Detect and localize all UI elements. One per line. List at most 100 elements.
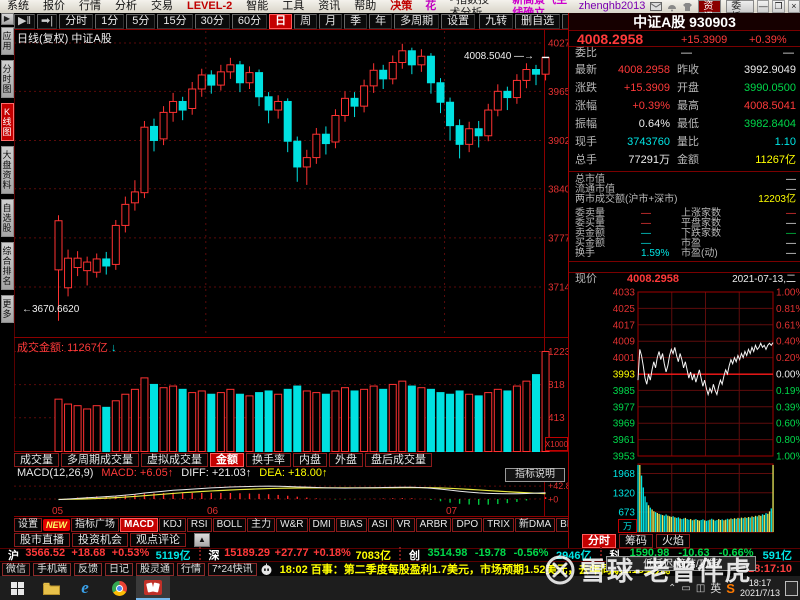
sidebar-item-6[interactable]: 更多 — [0, 295, 14, 323]
language-indicator[interactable]: 英 — [710, 580, 721, 596]
period-button-分时[interactable]: 分时 — [59, 13, 94, 29]
maximize-button[interactable]: ❐ — [772, 0, 785, 13]
tray-app-icon[interactable]: ▭ — [681, 583, 690, 594]
period-button-60分[interactable]: 60分 — [231, 13, 268, 29]
content-tab-2[interactable]: 观点评论 — [130, 533, 186, 547]
quick-button-2[interactable]: 反馈 — [74, 562, 102, 576]
sidebar-item-5[interactable]: 综合排名 — [0, 242, 14, 290]
indicator-tab-MACD[interactable]: MACD — [120, 518, 158, 532]
chrome-button[interactable] — [102, 576, 136, 600]
indicator-tab-指标广场[interactable]: 指标广场 — [71, 518, 119, 532]
quick-button-0[interactable]: 微信 — [2, 562, 30, 576]
menu-item-4[interactable]: 交易 — [144, 0, 180, 13]
period-button-周[interactable]: 周 — [294, 13, 318, 29]
volume-tab-6[interactable]: 外盘 — [329, 452, 363, 467]
volume-chart[interactable]: 1223 818 413 X1000 — [14, 338, 568, 452]
sidebar-expand-icon[interactable]: ▶ — [0, 13, 14, 25]
sidebar-item-4[interactable]: 自选股 — [0, 199, 14, 237]
volume-tab-2[interactable]: 虚拟成交量 — [141, 452, 208, 467]
menu-item-6[interactable]: 智能 — [239, 0, 275, 13]
period-button-多周期[interactable]: 多周期 — [394, 13, 440, 29]
indicator-tab-DPO[interactable]: DPO — [452, 518, 483, 532]
menu-item-0[interactable]: 系统 — [0, 0, 36, 13]
bell-icon[interactable] — [667, 2, 677, 12]
menu-item-2[interactable]: 行情 — [72, 0, 108, 13]
news-button[interactable]: 资讯 — [698, 0, 722, 23]
indicator-tab-ASI[interactable]: ASI — [367, 518, 392, 532]
sidebar-item-2[interactable]: K线图 — [0, 103, 14, 141]
tool-button-1[interactable]: 删自选 — [515, 13, 561, 29]
menu-item-5[interactable]: LEVEL-2 — [180, 0, 239, 13]
indicator-tab-新DMA[interactable]: 新DMA — [514, 518, 556, 532]
indicator-tab-ARBR[interactable]: ARBR — [415, 518, 452, 532]
period-button-月[interactable]: 月 — [319, 13, 343, 29]
mini-chart-tab-筹码[interactable]: 筹码 — [619, 534, 653, 548]
volume-tab-5[interactable]: 内盘 — [293, 452, 327, 467]
volume-tab-1[interactable]: 多周期成交量 — [61, 452, 139, 467]
volume-tab-4[interactable]: 换手率 — [246, 452, 291, 467]
indicator-tab-DMI[interactable]: DMI — [308, 518, 335, 532]
indicator-tab-TRIX[interactable]: TRIX — [483, 518, 514, 532]
notes-tray-icon[interactable] — [785, 580, 798, 596]
period-button-年[interactable]: 年 — [369, 13, 393, 29]
menu-item-10[interactable]: 决策 — [383, 0, 419, 13]
content-tab-1[interactable]: 投资机会 — [72, 533, 128, 547]
sidebar-item-0[interactable]: 应用 — [0, 27, 14, 55]
username[interactable]: zhenghb2013 — [569, 0, 646, 13]
period-button-1分[interactable]: 1分 — [95, 13, 125, 29]
period-button-15分[interactable]: 15分 — [157, 13, 193, 29]
ths-app-button[interactable] — [136, 576, 170, 600]
menu-item-9[interactable]: 帮助 — [347, 0, 383, 13]
quick-button-4[interactable]: 股灵通 — [136, 562, 174, 576]
tray-app-icon-2[interactable]: ◫ — [696, 583, 705, 594]
period-button-日[interactable]: 日 — [269, 13, 293, 29]
indicator-help-button[interactable]: 指标说明 — [505, 468, 565, 482]
quick-button-5[interactable]: 行情 — [177, 562, 205, 576]
indicator-tab-BOLL[interactable]: BOLL — [212, 518, 247, 532]
quick-button-1[interactable]: 手机端 — [33, 562, 71, 576]
quick-button-6[interactable]: 7*24快讯 — [208, 562, 257, 576]
taskbar-clock[interactable]: 18:17 2021/7/13 — [740, 578, 780, 598]
indicator-tab-主力[interactable]: 主力 — [247, 518, 276, 532]
internet-explorer-button[interactable]: e — [68, 576, 102, 600]
period-button-设置[interactable]: 设置 — [441, 13, 476, 29]
indicator-tab-BBI[interactable]: BBI — [556, 518, 568, 532]
trade-entrust-button[interactable]: 委托 ▾ — [726, 0, 755, 23]
period-button-5分[interactable]: 5分 — [126, 13, 156, 29]
close-button[interactable]: × — [787, 0, 800, 13]
quick-button-3[interactable]: 日记 — [105, 562, 133, 576]
content-tab-0[interactable]: 股市直播 — [14, 533, 70, 547]
menu-item-7[interactable]: 工具 — [275, 0, 311, 13]
indicator-tab-VR[interactable]: VR — [392, 518, 415, 532]
sogou-ime-icon[interactable]: S — [726, 581, 735, 596]
indicator-tab-BIAS[interactable]: BIAS — [335, 518, 367, 532]
sidebar-item-3[interactable]: 大盘资料 — [0, 146, 14, 194]
minimize-button[interactable]: — — [757, 0, 770, 13]
file-explorer-button[interactable] — [34, 576, 68, 600]
indicator-tab-KDJ[interactable]: KDJ — [159, 518, 186, 532]
step-forward-icon[interactable]: ➡| — [37, 13, 58, 29]
indicator-tab-W&R[interactable]: W&R — [276, 518, 308, 532]
volume-tab-7[interactable]: 盘后成交量 — [365, 452, 432, 467]
tool-button-0[interactable]: 九转 — [479, 13, 514, 29]
menu-item-3[interactable]: 分析 — [108, 0, 144, 13]
clothes-icon[interactable] — [682, 2, 693, 12]
period-button-30分[interactable]: 30分 — [194, 13, 230, 29]
indicator-tab-RSI[interactable]: RSI — [186, 518, 212, 532]
intraday-mini-chart[interactable]: 4033 1.00% 4025 0.81% 4017 0.61% 4009 0.40% 4001… — [569, 283, 800, 536]
macd-chart[interactable]: +42.84 +0 05 06 07 — [14, 479, 568, 517]
volume-tab-3[interactable]: 金额 — [210, 452, 244, 467]
sidebar-item-1[interactable]: 分时图 — [0, 60, 14, 98]
play-pause-icon[interactable]: ▶‖ — [14, 13, 36, 29]
volume-tab-0[interactable]: 成交量 — [14, 452, 59, 467]
period-button-季[interactable]: 季 — [344, 13, 368, 29]
menu-item-8[interactable]: 资讯 — [311, 0, 347, 13]
indicator-tab-settings[interactable]: 设置 — [14, 518, 42, 532]
tray-expand-icon[interactable]: ⌃ — [668, 583, 676, 594]
mail-icon[interactable] — [650, 2, 663, 11]
start-button[interactable] — [0, 576, 34, 600]
mini-chart-tab-分时[interactable]: 分时 — [582, 534, 616, 548]
kline-chart[interactable]: 4027 3965 3902 3840 3777 3714 4008.5040 —→ ←367… — [14, 29, 568, 338]
menu-item-1[interactable]: 报价 — [36, 0, 72, 13]
mini-chart-tab-火焰[interactable]: 火焰 — [656, 534, 690, 548]
